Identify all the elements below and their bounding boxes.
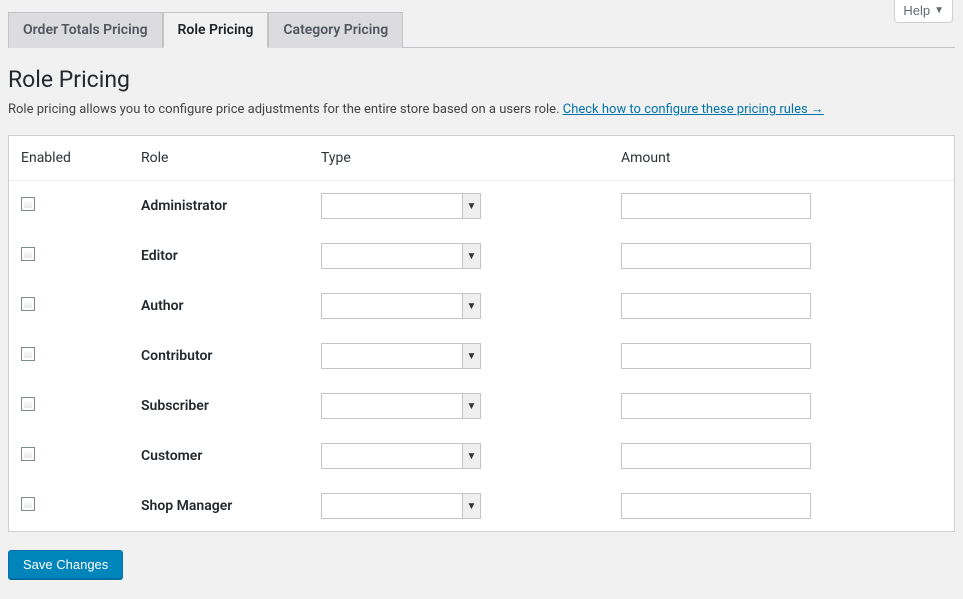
amount-input[interactable]	[621, 343, 811, 369]
help-button[interactable]: Help ▼	[894, 0, 953, 23]
table-row: Subscriber▼	[9, 381, 954, 431]
chevron-down-icon: ▼	[934, 5, 944, 16]
description-text: Role pricing allows you to configure pri…	[8, 102, 563, 117]
role-label: Administrator	[129, 181, 309, 232]
type-select[interactable]	[321, 393, 481, 419]
page-description: Role pricing allows you to configure pri…	[8, 101, 955, 117]
help-label: Help	[903, 3, 930, 18]
role-label: Editor	[129, 231, 309, 281]
amount-input[interactable]	[621, 393, 811, 419]
type-select[interactable]	[321, 243, 481, 269]
role-pricing-panel: Enabled Role Type Amount Administrator▼E…	[8, 135, 955, 532]
table-row: Shop Manager▼	[9, 481, 954, 531]
enabled-checkbox[interactable]	[21, 297, 35, 311]
role-pricing-table: Enabled Role Type Amount Administrator▼E…	[9, 136, 954, 531]
type-select[interactable]	[321, 293, 481, 319]
role-label: Shop Manager	[129, 481, 309, 531]
role-label: Author	[129, 281, 309, 331]
col-header-type: Type	[309, 136, 609, 181]
save-button[interactable]: Save Changes	[8, 550, 123, 579]
table-row: Customer▼	[9, 431, 954, 481]
table-row: Contributor▼	[9, 331, 954, 381]
amount-input[interactable]	[621, 193, 811, 219]
page-title: Role Pricing	[8, 66, 955, 93]
table-row: Editor▼	[9, 231, 954, 281]
type-select[interactable]	[321, 443, 481, 469]
table-row: Administrator▼	[9, 181, 954, 232]
col-header-enabled: Enabled	[9, 136, 129, 181]
description-link[interactable]: Check how to configure these pricing rul…	[563, 102, 824, 117]
role-label: Customer	[129, 431, 309, 481]
amount-input[interactable]	[621, 293, 811, 319]
type-select[interactable]	[321, 493, 481, 519]
col-header-amount: Amount	[609, 136, 954, 181]
tabs-nav: Order Totals Pricing Role Pricing Catego…	[8, 12, 955, 48]
amount-input[interactable]	[621, 443, 811, 469]
amount-input[interactable]	[621, 243, 811, 269]
role-label: Contributor	[129, 331, 309, 381]
role-label: Subscriber	[129, 381, 309, 431]
enabled-checkbox[interactable]	[21, 247, 35, 261]
enabled-checkbox[interactable]	[21, 197, 35, 211]
table-row: Author▼	[9, 281, 954, 331]
enabled-checkbox[interactable]	[21, 447, 35, 461]
type-select[interactable]	[321, 193, 481, 219]
enabled-checkbox[interactable]	[21, 397, 35, 411]
col-header-role: Role	[129, 136, 309, 181]
type-select[interactable]	[321, 343, 481, 369]
tab-category-pricing[interactable]: Category Pricing	[268, 12, 403, 48]
amount-input[interactable]	[621, 493, 811, 519]
enabled-checkbox[interactable]	[21, 347, 35, 361]
enabled-checkbox[interactable]	[21, 497, 35, 511]
tab-order-totals-pricing[interactable]: Order Totals Pricing	[8, 12, 163, 48]
tab-role-pricing[interactable]: Role Pricing	[163, 12, 269, 48]
